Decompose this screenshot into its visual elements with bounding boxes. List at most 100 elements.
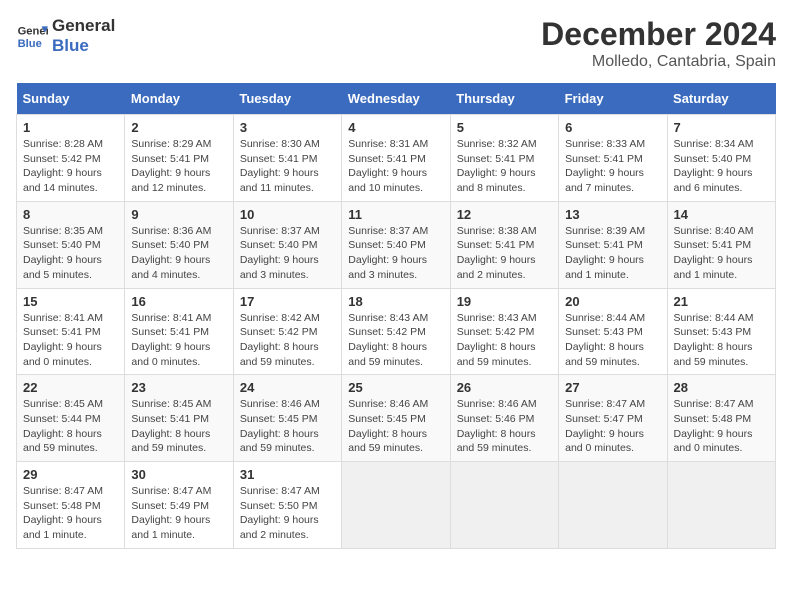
svg-text:Blue: Blue [18, 39, 42, 51]
header-cell-saturday: Saturday [667, 83, 775, 115]
day-detail: Sunrise: 8:44 AMSunset: 5:43 PMDaylight:… [565, 312, 645, 368]
logo-general: General [52, 16, 115, 36]
day-detail: Sunrise: 8:47 AMSunset: 5:49 PMDaylight:… [131, 485, 211, 541]
calendar-cell: 10 Sunrise: 8:37 AMSunset: 5:40 PMDaylig… [233, 201, 341, 288]
day-detail: Sunrise: 8:33 AMSunset: 5:41 PMDaylight:… [565, 138, 645, 194]
title-area: December 2024 Molledo, Cantabria, Spain [541, 16, 776, 71]
calendar-cell: 14 Sunrise: 8:40 AMSunset: 5:41 PMDaylig… [667, 201, 775, 288]
calendar-cell [559, 462, 667, 549]
calendar-cell: 19 Sunrise: 8:43 AMSunset: 5:42 PMDaylig… [450, 288, 558, 375]
day-detail: Sunrise: 8:29 AMSunset: 5:41 PMDaylight:… [131, 138, 211, 194]
calendar-cell: 4 Sunrise: 8:31 AMSunset: 5:41 PMDayligh… [342, 115, 450, 202]
day-number: 27 [565, 380, 660, 395]
day-detail: Sunrise: 8:34 AMSunset: 5:40 PMDaylight:… [674, 138, 754, 194]
calendar-cell: 24 Sunrise: 8:46 AMSunset: 5:45 PMDaylig… [233, 375, 341, 462]
calendar-cell: 7 Sunrise: 8:34 AMSunset: 5:40 PMDayligh… [667, 115, 775, 202]
calendar-cell: 29 Sunrise: 8:47 AMSunset: 5:48 PMDaylig… [17, 462, 125, 549]
day-number: 13 [565, 207, 660, 222]
day-number: 28 [674, 380, 769, 395]
calendar-cell [667, 462, 775, 549]
day-number: 19 [457, 294, 552, 309]
day-number: 2 [131, 120, 226, 135]
day-detail: Sunrise: 8:47 AMSunset: 5:47 PMDaylight:… [565, 398, 645, 454]
day-number: 20 [565, 294, 660, 309]
calendar-week-1: 1 Sunrise: 8:28 AMSunset: 5:42 PMDayligh… [17, 115, 776, 202]
calendar-cell: 23 Sunrise: 8:45 AMSunset: 5:41 PMDaylig… [125, 375, 233, 462]
day-detail: Sunrise: 8:47 AMSunset: 5:50 PMDaylight:… [240, 485, 320, 541]
calendar-cell: 1 Sunrise: 8:28 AMSunset: 5:42 PMDayligh… [17, 115, 125, 202]
header-cell-friday: Friday [559, 83, 667, 115]
day-detail: Sunrise: 8:41 AMSunset: 5:41 PMDaylight:… [23, 312, 103, 368]
calendar-cell: 17 Sunrise: 8:42 AMSunset: 5:42 PMDaylig… [233, 288, 341, 375]
day-detail: Sunrise: 8:47 AMSunset: 5:48 PMDaylight:… [674, 398, 754, 454]
calendar-cell: 6 Sunrise: 8:33 AMSunset: 5:41 PMDayligh… [559, 115, 667, 202]
day-detail: Sunrise: 8:42 AMSunset: 5:42 PMDaylight:… [240, 312, 320, 368]
calendar-cell [342, 462, 450, 549]
day-number: 30 [131, 467, 226, 482]
day-detail: Sunrise: 8:46 AMSunset: 5:45 PMDaylight:… [348, 398, 428, 454]
day-number: 16 [131, 294, 226, 309]
day-detail: Sunrise: 8:45 AMSunset: 5:44 PMDaylight:… [23, 398, 103, 454]
day-detail: Sunrise: 8:40 AMSunset: 5:41 PMDaylight:… [674, 225, 754, 281]
day-number: 7 [674, 120, 769, 135]
calendar-cell: 27 Sunrise: 8:47 AMSunset: 5:47 PMDaylig… [559, 375, 667, 462]
logo-icon: General Blue [16, 20, 48, 52]
location-title: Molledo, Cantabria, Spain [541, 53, 776, 71]
day-number: 23 [131, 380, 226, 395]
calendar-cell: 28 Sunrise: 8:47 AMSunset: 5:48 PMDaylig… [667, 375, 775, 462]
day-number: 15 [23, 294, 118, 309]
calendar-cell: 31 Sunrise: 8:47 AMSunset: 5:50 PMDaylig… [233, 462, 341, 549]
day-number: 8 [23, 207, 118, 222]
day-number: 4 [348, 120, 443, 135]
day-number: 25 [348, 380, 443, 395]
day-number: 24 [240, 380, 335, 395]
month-title: December 2024 [541, 16, 776, 53]
day-number: 29 [23, 467, 118, 482]
day-number: 18 [348, 294, 443, 309]
calendar-cell: 2 Sunrise: 8:29 AMSunset: 5:41 PMDayligh… [125, 115, 233, 202]
day-number: 12 [457, 207, 552, 222]
day-detail: Sunrise: 8:37 AMSunset: 5:40 PMDaylight:… [348, 225, 428, 281]
day-number: 1 [23, 120, 118, 135]
calendar-cell: 13 Sunrise: 8:39 AMSunset: 5:41 PMDaylig… [559, 201, 667, 288]
calendar-cell: 18 Sunrise: 8:43 AMSunset: 5:42 PMDaylig… [342, 288, 450, 375]
calendar-cell: 15 Sunrise: 8:41 AMSunset: 5:41 PMDaylig… [17, 288, 125, 375]
day-detail: Sunrise: 8:32 AMSunset: 5:41 PMDaylight:… [457, 138, 537, 194]
day-detail: Sunrise: 8:41 AMSunset: 5:41 PMDaylight:… [131, 312, 211, 368]
header: General Blue General Blue General Blue D… [16, 16, 776, 71]
calendar-cell: 30 Sunrise: 8:47 AMSunset: 5:49 PMDaylig… [125, 462, 233, 549]
day-detail: Sunrise: 8:35 AMSunset: 5:40 PMDaylight:… [23, 225, 103, 281]
calendar-cell: 12 Sunrise: 8:38 AMSunset: 5:41 PMDaylig… [450, 201, 558, 288]
calendar-cell: 3 Sunrise: 8:30 AMSunset: 5:41 PMDayligh… [233, 115, 341, 202]
day-detail: Sunrise: 8:38 AMSunset: 5:41 PMDaylight:… [457, 225, 537, 281]
day-number: 31 [240, 467, 335, 482]
calendar-week-3: 15 Sunrise: 8:41 AMSunset: 5:41 PMDaylig… [17, 288, 776, 375]
logo: General Blue General Blue General Blue [16, 16, 115, 57]
header-cell-monday: Monday [125, 83, 233, 115]
header-cell-sunday: Sunday [17, 83, 125, 115]
calendar-cell [450, 462, 558, 549]
day-detail: Sunrise: 8:43 AMSunset: 5:42 PMDaylight:… [457, 312, 537, 368]
day-number: 11 [348, 207, 443, 222]
header-cell-tuesday: Tuesday [233, 83, 341, 115]
calendar-cell: 20 Sunrise: 8:44 AMSunset: 5:43 PMDaylig… [559, 288, 667, 375]
calendar-cell: 22 Sunrise: 8:45 AMSunset: 5:44 PMDaylig… [17, 375, 125, 462]
calendar-body: 1 Sunrise: 8:28 AMSunset: 5:42 PMDayligh… [17, 115, 776, 549]
day-number: 6 [565, 120, 660, 135]
header-cell-thursday: Thursday [450, 83, 558, 115]
header-cell-wednesday: Wednesday [342, 83, 450, 115]
calendar-table: SundayMondayTuesdayWednesdayThursdayFrid… [16, 83, 776, 549]
day-number: 22 [23, 380, 118, 395]
calendar-week-2: 8 Sunrise: 8:35 AMSunset: 5:40 PMDayligh… [17, 201, 776, 288]
day-detail: Sunrise: 8:46 AMSunset: 5:46 PMDaylight:… [457, 398, 537, 454]
day-detail: Sunrise: 8:45 AMSunset: 5:41 PMDaylight:… [131, 398, 211, 454]
day-detail: Sunrise: 8:43 AMSunset: 5:42 PMDaylight:… [348, 312, 428, 368]
calendar-cell: 21 Sunrise: 8:44 AMSunset: 5:43 PMDaylig… [667, 288, 775, 375]
calendar-cell: 25 Sunrise: 8:46 AMSunset: 5:45 PMDaylig… [342, 375, 450, 462]
day-detail: Sunrise: 8:31 AMSunset: 5:41 PMDaylight:… [348, 138, 428, 194]
calendar-cell: 9 Sunrise: 8:36 AMSunset: 5:40 PMDayligh… [125, 201, 233, 288]
calendar-cell: 26 Sunrise: 8:46 AMSunset: 5:46 PMDaylig… [450, 375, 558, 462]
day-detail: Sunrise: 8:37 AMSunset: 5:40 PMDaylight:… [240, 225, 320, 281]
day-number: 9 [131, 207, 226, 222]
day-detail: Sunrise: 8:47 AMSunset: 5:48 PMDaylight:… [23, 485, 103, 541]
